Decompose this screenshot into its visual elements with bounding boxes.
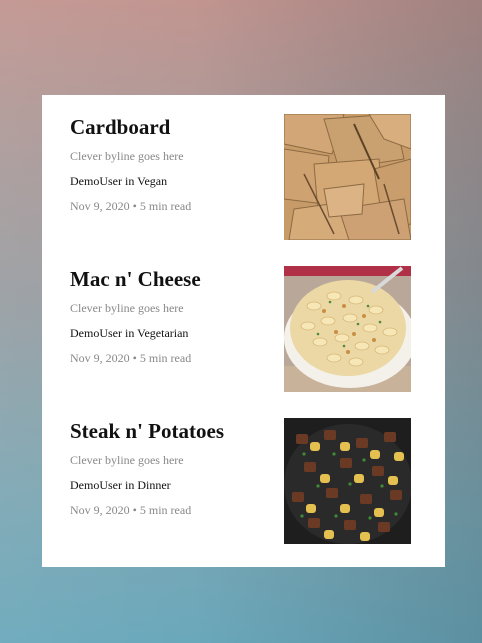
meta-separator: • (132, 503, 137, 517)
steak-and-potatoes-image[interactable] (284, 418, 411, 544)
post-list-card: Cardboard Clever byline goes here DemoUs… (42, 95, 445, 567)
post-title[interactable]: Cardboard (70, 115, 275, 139)
in-word: in (124, 174, 135, 188)
author-name[interactable]: DemoUser (70, 478, 122, 492)
post-category[interactable]: Dinner (137, 478, 170, 492)
post-date: Nov 9, 2020 (70, 351, 130, 365)
read-time: 5 min read (139, 351, 192, 365)
post-category[interactable]: Vegetarian (137, 326, 188, 340)
post-author-line: DemoUser in Dinner (70, 478, 275, 493)
in-word: in (124, 326, 135, 340)
read-time: 5 min read (139, 503, 192, 517)
meta-separator: • (132, 351, 137, 365)
post-title[interactable]: Mac n' Cheese (70, 267, 275, 291)
post-meta: Nov 9, 2020 • 5 min read (70, 199, 275, 214)
post-date: Nov 9, 2020 (70, 199, 130, 213)
cardboard-image[interactable] (284, 114, 411, 240)
mac-and-cheese-image[interactable] (284, 266, 411, 392)
post-byline: Clever byline goes here (70, 453, 184, 467)
meta-separator: • (132, 199, 137, 213)
author-name[interactable]: DemoUser (70, 326, 122, 340)
in-word: in (124, 478, 135, 492)
post-meta: Nov 9, 2020 • 5 min read (70, 503, 275, 518)
author-name[interactable]: DemoUser (70, 174, 122, 188)
read-time: 5 min read (139, 199, 192, 213)
post-byline: Clever byline goes here (70, 149, 184, 163)
post-date: Nov 9, 2020 (70, 503, 130, 517)
post-category[interactable]: Vegan (137, 174, 167, 188)
post-text: Mac n' Cheese Clever byline goes here De… (70, 247, 275, 366)
post-meta: Nov 9, 2020 • 5 min read (70, 351, 275, 366)
post-item-cardboard[interactable]: Cardboard Clever byline goes here DemoUs… (42, 95, 445, 240)
post-author-line: DemoUser in Vegan (70, 174, 275, 189)
post-author-line: DemoUser in Vegetarian (70, 326, 275, 341)
post-byline: Clever byline goes here (70, 301, 184, 315)
post-text: Cardboard Clever byline goes here DemoUs… (70, 95, 275, 214)
post-item-mac-n-cheese[interactable]: Mac n' Cheese Clever byline goes here De… (42, 247, 445, 392)
post-item-steak-n-potatoes[interactable]: Steak n' Potatoes Clever byline goes her… (42, 399, 445, 544)
post-title[interactable]: Steak n' Potatoes (70, 419, 275, 443)
post-text: Steak n' Potatoes Clever byline goes her… (70, 399, 275, 518)
